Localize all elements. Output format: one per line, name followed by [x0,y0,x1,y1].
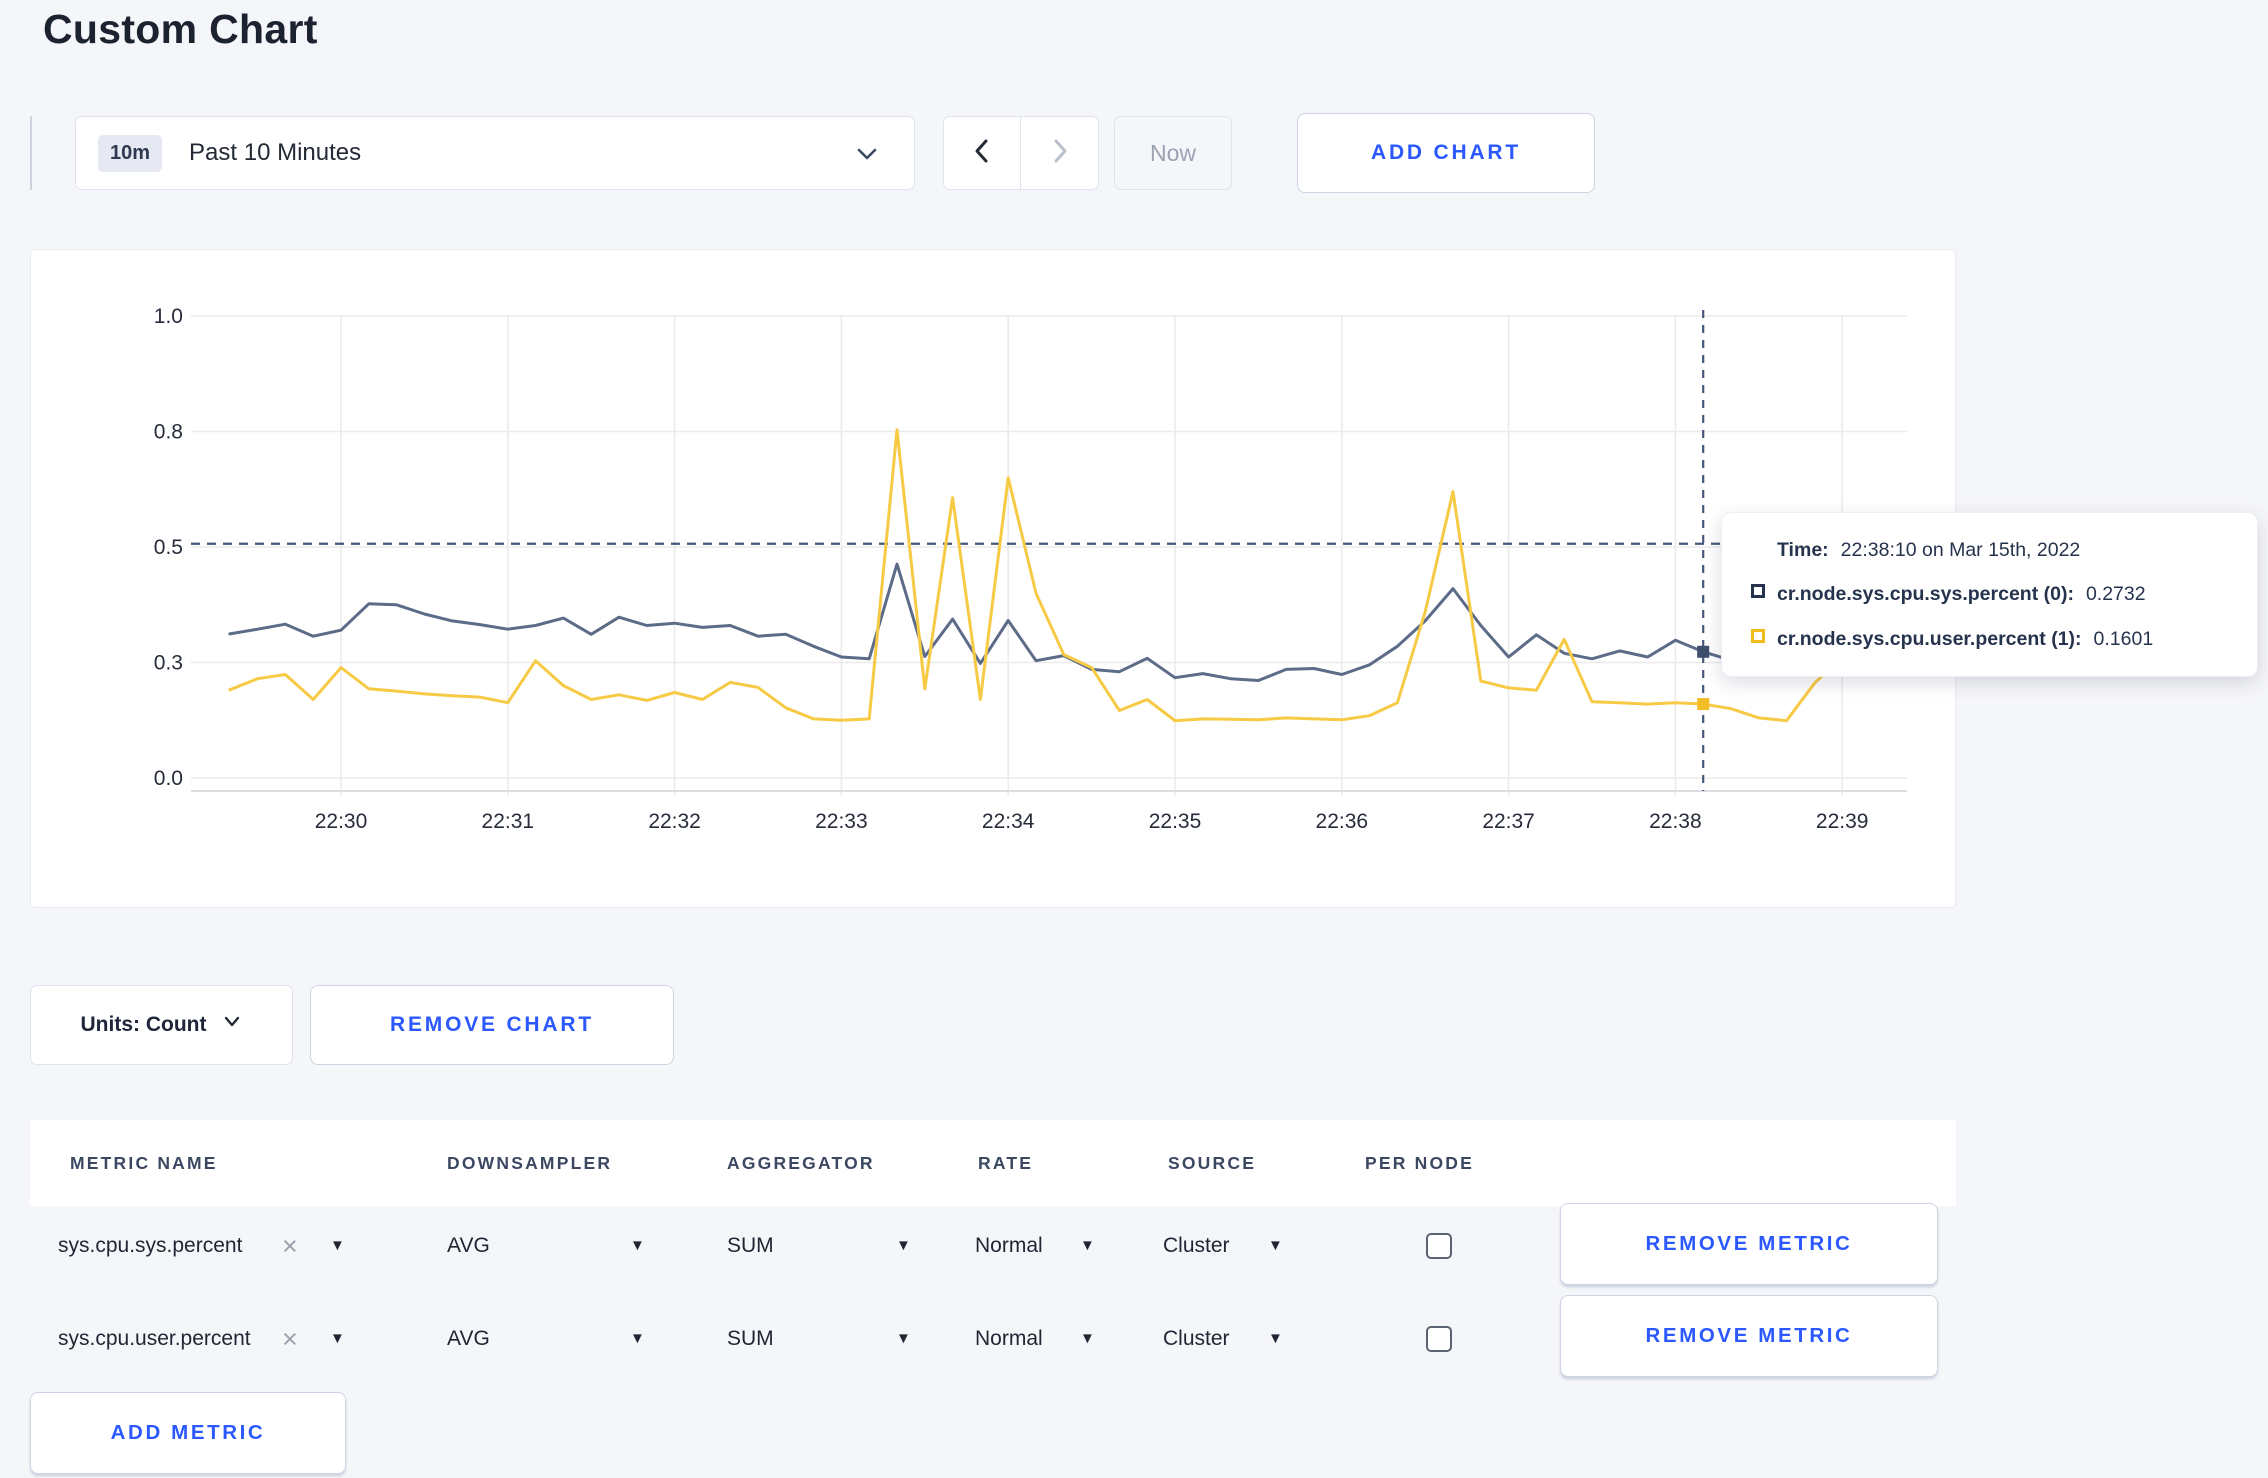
per-node-checkbox[interactable] [1426,1233,1452,1259]
chart-tooltip: Time: 22:38:10 on Mar 15th, 2022 cr.node.… [1721,512,2258,677]
rate-select[interactable]: Normal [975,1203,1043,1289]
svg-text:0.3: 0.3 [154,652,183,675]
svg-text:22:36: 22:36 [1316,810,1369,833]
tooltip-time-value: 22:38:10 on Mar 15th, 2022 [1840,539,2081,561]
source-select[interactable]: Cluster [1163,1203,1230,1289]
chevron-down-icon [222,1013,242,1037]
aggregator-select[interactable]: SUM [727,1296,774,1382]
metric-name-select[interactable]: sys.cpu.sys.percent [58,1203,242,1289]
remove-chart-button[interactable]: REMOVE CHART [310,985,674,1065]
add-metric-button[interactable]: ADD METRIC [30,1392,346,1474]
remove-metric-button[interactable]: REMOVE METRIC [1560,1295,1938,1377]
tooltip-user-row: cr.node.sys.cpu.user.percent (1): 0.1601 [1777,628,2153,651]
tooltip-user-name: cr.node.sys.cpu.user.percent (1): [1777,628,2082,650]
col-downsampler: DOWNSAMPLER [447,1153,613,1173]
caret-down-icon[interactable]: ▼ [896,1203,911,1289]
chevron-down-icon [854,143,880,170]
page-title: Custom Chart [43,6,318,52]
chevron-right-icon [1048,137,1072,170]
time-next-button[interactable] [1021,117,1098,189]
caret-down-icon[interactable]: ▼ [630,1296,645,1382]
toolbar-divider [30,116,32,190]
custom-chart-page: Custom Chart 10m Past 10 Minutes Now ADD… [0,0,2268,1478]
metric-name-select[interactable]: sys.cpu.user.percent [58,1296,251,1382]
aggregator-select[interactable]: SUM [727,1203,774,1289]
col-aggregator: AGGREGATOR [727,1153,875,1173]
tooltip-user-value: 0.1601 [2093,628,2154,650]
svg-text:22:35: 22:35 [1149,810,1202,833]
tooltip-sys-value: 0.2732 [2085,583,2146,605]
time-prev-button[interactable] [944,117,1021,189]
svg-text:22:34: 22:34 [982,810,1035,833]
per-node-checkbox[interactable] [1426,1326,1452,1352]
tooltip-sys-row: cr.node.sys.cpu.sys.percent (0): 0.2732 [1777,583,2146,606]
cpu-usage-chart[interactable]: 0.0 0.3 0.5 0.8 1.0 22:30 22:31 22:32 22:33 22:34… [31,250,1955,907]
downsampler-select[interactable]: AVG [447,1203,490,1289]
time-range-badge: 10m [98,134,163,172]
rate-select[interactable]: Normal [975,1296,1043,1382]
units-dropdown[interactable]: Units: Count [30,985,293,1065]
svg-text:22:39: 22:39 [1816,810,1869,833]
tooltip-sys-name: cr.node.sys.cpu.sys.percent (0): [1777,583,2074,605]
remove-metric-button[interactable]: REMOVE METRIC [1560,1203,1938,1285]
svg-text:22:38: 22:38 [1649,810,1702,833]
col-per-node: PER NODE [1365,1153,1475,1173]
tooltip-time-row: Time: 22:38:10 on Mar 15th, 2022 [1777,539,2080,562]
time-range-label: Past 10 Minutes [189,139,362,166]
clear-metric-icon[interactable]: × [282,1296,298,1382]
sys-series-swatch-icon [1751,584,1765,598]
caret-down-icon[interactable]: ▼ [1268,1296,1283,1382]
source-select[interactable]: Cluster [1163,1296,1230,1382]
svg-text:22:30: 22:30 [315,810,368,833]
caret-down-icon[interactable]: ▼ [630,1203,645,1289]
caret-down-icon[interactable]: ▼ [1080,1296,1095,1382]
svg-text:22:37: 22:37 [1482,810,1535,833]
time-nav-group [943,116,1099,190]
svg-text:22:31: 22:31 [482,810,535,833]
clear-metric-icon[interactable]: × [282,1203,298,1289]
col-source: SOURCE [1168,1153,1257,1173]
now-button[interactable]: Now [1114,116,1232,190]
col-metric-name: METRIC NAME [70,1153,218,1173]
time-range-dropdown[interactable]: 10m Past 10 Minutes [75,116,915,190]
add-chart-button[interactable]: ADD CHART [1297,113,1595,193]
svg-text:22:32: 22:32 [648,810,701,833]
downsampler-select[interactable]: AVG [447,1296,490,1382]
chart-card: 0.0 0.3 0.5 0.8 1.0 22:30 22:31 22:32 22:33 22:34… [30,249,1956,908]
caret-down-icon[interactable]: ▼ [330,1296,345,1382]
svg-text:0.0: 0.0 [154,767,183,790]
svg-text:0.8: 0.8 [154,421,183,444]
svg-text:0.5: 0.5 [154,536,183,559]
tooltip-time-label: Time: [1777,539,1829,561]
caret-down-icon[interactable]: ▼ [896,1296,911,1382]
user-series-swatch-icon [1751,629,1765,643]
metrics-table-header: METRIC NAME DOWNSAMPLER AGGREGATOR RATE … [30,1120,1956,1206]
chevron-left-icon [970,137,994,170]
col-rate: RATE [978,1153,1034,1173]
caret-down-icon[interactable]: ▼ [1268,1203,1283,1289]
units-label: Units: Count [80,1013,207,1036]
svg-text:22:33: 22:33 [815,810,868,833]
caret-down-icon[interactable]: ▼ [330,1203,345,1289]
svg-text:1.0: 1.0 [154,305,183,328]
caret-down-icon[interactable]: ▼ [1080,1203,1095,1289]
